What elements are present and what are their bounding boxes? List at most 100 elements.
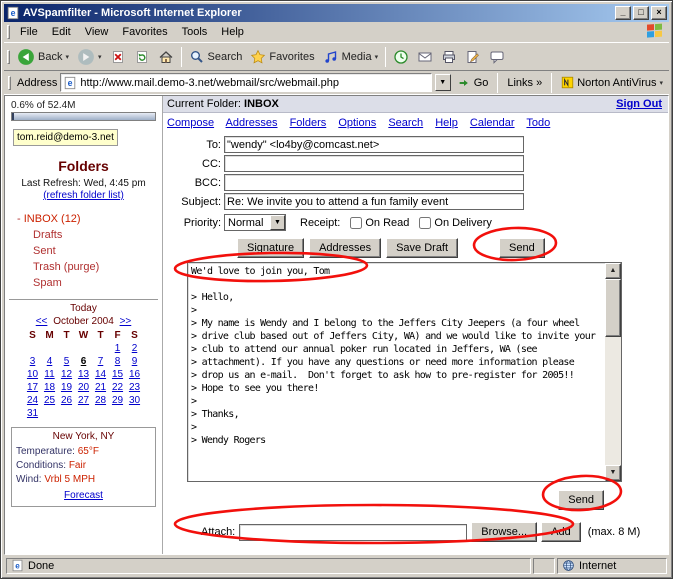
calendar-date[interactable]: 21 bbox=[93, 382, 109, 393]
message-body[interactable]: We'd love to join you, Tom > Hello, > > … bbox=[191, 265, 602, 479]
calendar-date[interactable]: 31 bbox=[25, 408, 41, 419]
history-button[interactable] bbox=[389, 45, 413, 69]
calendar-date[interactable]: 9 bbox=[127, 356, 143, 367]
folder-trash-link[interactable]: Trash bbox=[33, 261, 61, 273]
nav-todo-link[interactable]: Todo bbox=[526, 117, 550, 129]
back-dropdown-icon[interactable]: ▾ bbox=[65, 53, 69, 61]
nav-addresses-link[interactable]: Addresses bbox=[226, 117, 278, 129]
calendar-date[interactable]: 1 bbox=[110, 343, 126, 354]
nav-calendar-link[interactable]: Calendar bbox=[470, 117, 515, 129]
calendar-date[interactable]: 5 bbox=[59, 356, 75, 367]
nav-folders-link[interactable]: Folders bbox=[290, 117, 327, 129]
calendar-date[interactable]: 6 bbox=[76, 356, 92, 367]
calendar-date[interactable]: 28 bbox=[93, 395, 109, 406]
menu-file[interactable]: File bbox=[13, 24, 45, 40]
calendar-date[interactable]: 15 bbox=[110, 369, 126, 380]
nav-options-link[interactable]: Options bbox=[338, 117, 376, 129]
calendar-date[interactable]: 29 bbox=[110, 395, 126, 406]
subject-input[interactable] bbox=[224, 193, 524, 210]
home-button[interactable] bbox=[154, 45, 178, 69]
discuss-button[interactable] bbox=[485, 45, 509, 69]
calendar-date[interactable]: 18 bbox=[42, 382, 58, 393]
message-scrollbar[interactable]: ▲ ▼ bbox=[605, 263, 621, 481]
calendar-prev-link[interactable]: << bbox=[36, 316, 48, 327]
media-dropdown-icon[interactable]: ▾ bbox=[375, 53, 379, 61]
scroll-thumb[interactable] bbox=[605, 279, 621, 337]
save-draft-button[interactable]: Save Draft bbox=[386, 238, 458, 258]
to-input[interactable] bbox=[224, 136, 524, 153]
address-grip[interactable] bbox=[8, 76, 11, 90]
cc-input[interactable] bbox=[224, 155, 524, 172]
calendar-date[interactable]: 30 bbox=[127, 395, 143, 406]
calendar-date[interactable]: 13 bbox=[76, 369, 92, 380]
mail-button[interactable] bbox=[413, 45, 437, 69]
minimize-button[interactable]: _ bbox=[615, 6, 631, 20]
nav-help-link[interactable]: Help bbox=[435, 117, 458, 129]
forward-button[interactable]: ▾ bbox=[73, 45, 106, 69]
norton-dropdown-icon[interactable]: ▾ bbox=[659, 79, 663, 87]
calendar-date[interactable]: 10 bbox=[25, 369, 41, 380]
menu-grip[interactable] bbox=[7, 25, 10, 39]
favorites-button[interactable]: Favorites bbox=[246, 45, 318, 69]
menu-help[interactable]: Help bbox=[214, 24, 251, 40]
folder-drafts-link[interactable]: Drafts bbox=[33, 229, 62, 241]
scroll-down-button[interactable]: ▼ bbox=[605, 465, 621, 481]
nav-search-link[interactable]: Search bbox=[388, 117, 423, 129]
calendar-date[interactable]: 26 bbox=[59, 395, 75, 406]
refresh-button[interactable] bbox=[130, 45, 154, 69]
links-button[interactable]: Links » bbox=[504, 72, 545, 94]
calendar-date[interactable]: 7 bbox=[93, 356, 109, 367]
calendar-date[interactable]: 23 bbox=[127, 382, 143, 393]
print-button[interactable] bbox=[437, 45, 461, 69]
maximize-button[interactable]: □ bbox=[633, 6, 649, 20]
calendar-date[interactable]: 17 bbox=[25, 382, 41, 393]
menu-favorites[interactable]: Favorites bbox=[115, 24, 174, 40]
attach-input[interactable] bbox=[239, 524, 467, 541]
search-button[interactable]: Search bbox=[185, 45, 247, 69]
calendar-date[interactable]: 4 bbox=[42, 356, 58, 367]
bcc-input[interactable] bbox=[224, 174, 524, 191]
calendar-date[interactable]: 2 bbox=[127, 343, 143, 354]
menu-edit[interactable]: Edit bbox=[45, 24, 78, 40]
menu-view[interactable]: View bbox=[78, 24, 116, 40]
menu-tools[interactable]: Tools bbox=[175, 24, 215, 40]
priority-select[interactable]: Normal ▼ bbox=[224, 214, 286, 231]
calendar-next-link[interactable]: >> bbox=[120, 316, 132, 327]
calendar-date[interactable]: 12 bbox=[59, 369, 75, 380]
calendar-date[interactable]: 19 bbox=[59, 382, 75, 393]
edit-button[interactable] bbox=[461, 45, 485, 69]
back-button[interactable]: Back ▾ bbox=[13, 45, 73, 69]
calendar-date[interactable]: 22 bbox=[110, 382, 126, 393]
scroll-up-button[interactable]: ▲ bbox=[605, 263, 621, 279]
norton-antivirus-button[interactable]: Norton AntiVirus ▾ bbox=[558, 72, 666, 94]
calendar-date[interactable]: 20 bbox=[76, 382, 92, 393]
on-delivery-checkbox[interactable] bbox=[419, 217, 431, 229]
trash-purge-link[interactable]: (purge) bbox=[64, 261, 99, 273]
calendar-date[interactable]: 3 bbox=[25, 356, 41, 367]
calendar-date[interactable]: 8 bbox=[110, 356, 126, 367]
close-button[interactable]: × bbox=[651, 6, 667, 20]
on-read-checkbox[interactable] bbox=[350, 217, 362, 229]
add-button[interactable]: Add bbox=[541, 522, 581, 542]
signature-button[interactable]: Signature bbox=[237, 238, 304, 258]
priority-dropdown-icon[interactable]: ▼ bbox=[270, 215, 285, 230]
folder-spam-link[interactable]: Spam bbox=[33, 277, 62, 289]
send-button-bottom[interactable]: Send bbox=[558, 490, 604, 510]
media-button[interactable]: Media ▾ bbox=[319, 45, 382, 69]
forward-dropdown-icon[interactable]: ▾ bbox=[98, 53, 102, 61]
send-button-top[interactable]: Send bbox=[499, 238, 545, 258]
address-input[interactable]: e http://www.mail.demo-3.net/webmail/src… bbox=[60, 73, 431, 92]
calendar-date[interactable]: 27 bbox=[76, 395, 92, 406]
nav-compose-link[interactable]: Compose bbox=[167, 117, 214, 129]
calendar-date[interactable]: 11 bbox=[42, 369, 58, 380]
forecast-link[interactable]: Forecast bbox=[16, 490, 151, 501]
refresh-folder-list-link[interactable]: (refresh folder list) bbox=[5, 190, 162, 201]
addresses-button[interactable]: Addresses bbox=[309, 238, 381, 258]
stop-button[interactable] bbox=[106, 45, 130, 69]
calendar-date[interactable]: 25 bbox=[42, 395, 58, 406]
calendar-date[interactable]: 16 bbox=[127, 369, 143, 380]
calendar-date[interactable]: 14 bbox=[93, 369, 109, 380]
toolbar-grip[interactable] bbox=[7, 50, 10, 64]
sign-out-link[interactable]: Sign Out bbox=[616, 98, 662, 110]
browse-button[interactable]: Browse... bbox=[471, 522, 537, 542]
